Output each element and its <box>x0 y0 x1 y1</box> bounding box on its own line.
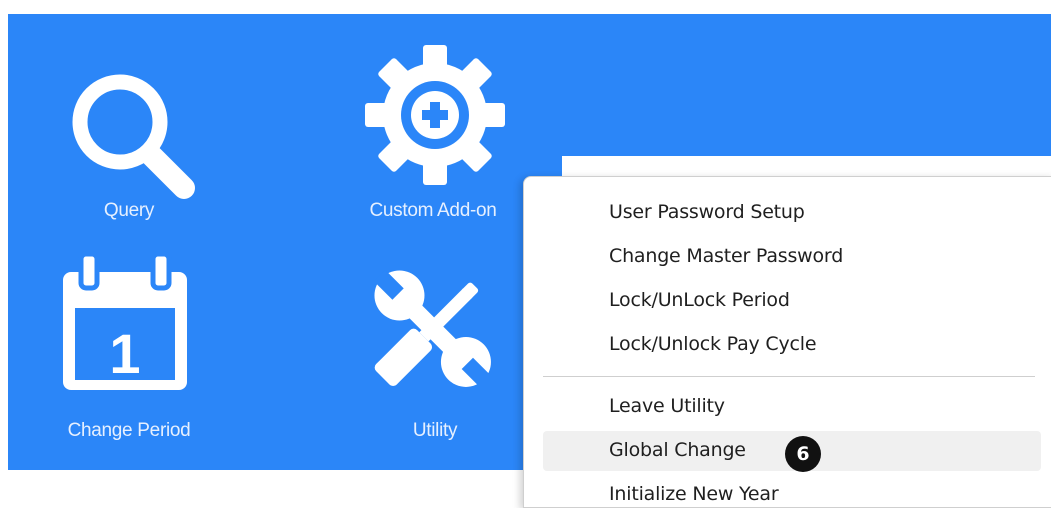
query-tile[interactable]: Query <box>30 40 260 240</box>
query-label: Query <box>103 200 155 221</box>
menu-item-change-master-password[interactable]: Change Master Password <box>543 237 1041 277</box>
gear-plus-icon <box>365 45 505 185</box>
utility-context-menu: User Password Setup Change Master Passwo… <box>523 176 1051 508</box>
utility-tile[interactable]: Utility <box>340 250 550 450</box>
calendar-icon: 1 <box>63 251 187 390</box>
menu-item-label: Global Change <box>609 439 746 461</box>
step-number-badge: 6 <box>785 436 821 472</box>
utility-label: Utility <box>412 420 458 441</box>
change-period-label: Change Period <box>67 420 191 441</box>
custom-addon-tile[interactable]: Custom Add-on <box>330 40 550 240</box>
search-icon <box>72 74 195 199</box>
menu-item-label: Leave Utility <box>609 395 725 417</box>
calendar-day-number: 1 <box>109 322 140 385</box>
menu-item-lock-unlock-period[interactable]: Lock/UnLock Period <box>543 281 1041 321</box>
menu-item-lock-unlock-pay-cycle[interactable]: Lock/Unlock Pay Cycle <box>543 325 1041 365</box>
wrench-screwdriver-icon <box>374 270 492 388</box>
menu-separator <box>543 376 1035 377</box>
change-period-tile[interactable]: 1 Change Period <box>30 250 260 450</box>
menu-item-global-change[interactable]: Global Change 6 <box>543 431 1041 472</box>
menu-item-label: Lock/UnLock Period <box>609 289 790 311</box>
menu-item-label: User Password Setup <box>609 201 805 223</box>
menu-item-label: Initialize New Year <box>609 483 779 505</box>
menu-item-label: Lock/Unlock Pay Cycle <box>609 333 817 355</box>
menu-item-leave-utility[interactable]: Leave Utility <box>543 387 1041 427</box>
menu-item-initialize-new-year[interactable]: Initialize New Year <box>543 475 1041 507</box>
menu-item-label: Change Master Password <box>609 245 844 267</box>
menu-item-user-password-setup[interactable]: User Password Setup <box>543 193 1041 233</box>
custom-addon-label: Custom Add-on <box>369 200 497 221</box>
dashboard-panel-extension <box>562 14 1051 156</box>
